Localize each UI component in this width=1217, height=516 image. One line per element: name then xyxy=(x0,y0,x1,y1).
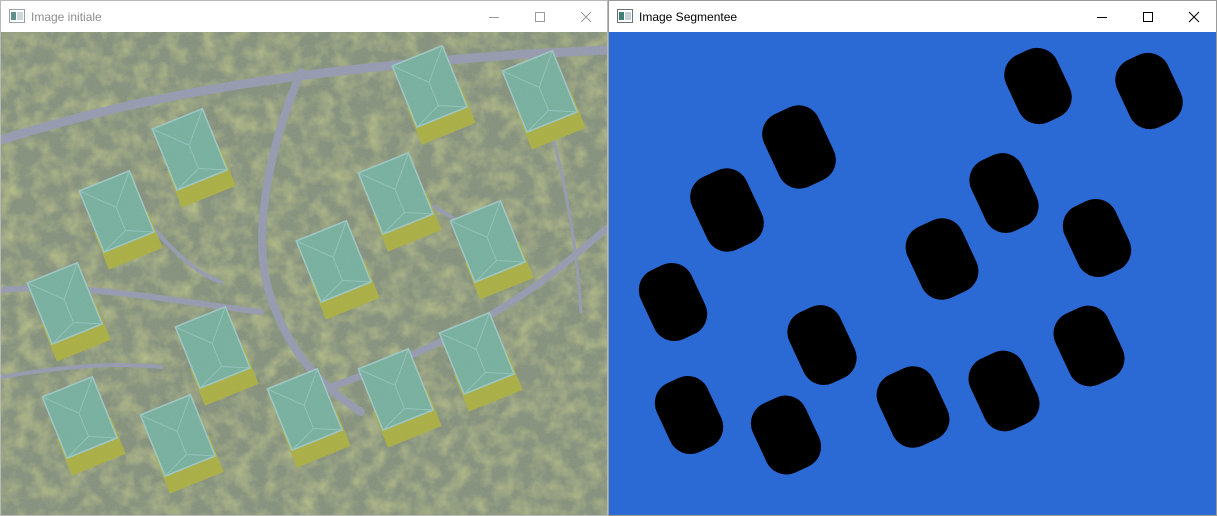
opencv-window-icon xyxy=(617,9,633,23)
close-button[interactable] xyxy=(563,1,607,32)
minimize-icon xyxy=(489,16,499,18)
minimize-button[interactable] xyxy=(471,1,517,32)
close-button[interactable] xyxy=(1171,1,1216,32)
aerial-residential-photo xyxy=(1,32,607,515)
minimize-icon xyxy=(1097,16,1107,18)
maximize-icon xyxy=(535,11,545,22)
image-canvas[interactable] xyxy=(609,32,1216,515)
window-title: Image Segmentee xyxy=(639,10,738,24)
segmentation-mask xyxy=(609,32,1216,515)
window-image-initiale[interactable]: Image initiale xyxy=(0,0,608,516)
image-canvas[interactable] xyxy=(1,32,607,515)
opencv-window-icon xyxy=(9,9,25,23)
close-icon xyxy=(1188,11,1200,22)
maximize-button[interactable] xyxy=(517,1,563,32)
maximize-button[interactable] xyxy=(1125,1,1171,32)
window-title: Image initiale xyxy=(31,10,102,24)
close-icon xyxy=(580,11,592,22)
titlebar[interactable]: Image initiale xyxy=(1,1,607,32)
window-image-segmentee[interactable]: Image Segmentee xyxy=(608,0,1217,516)
maximize-icon xyxy=(1143,11,1153,22)
titlebar[interactable]: Image Segmentee xyxy=(609,1,1216,32)
minimize-button[interactable] xyxy=(1079,1,1125,32)
